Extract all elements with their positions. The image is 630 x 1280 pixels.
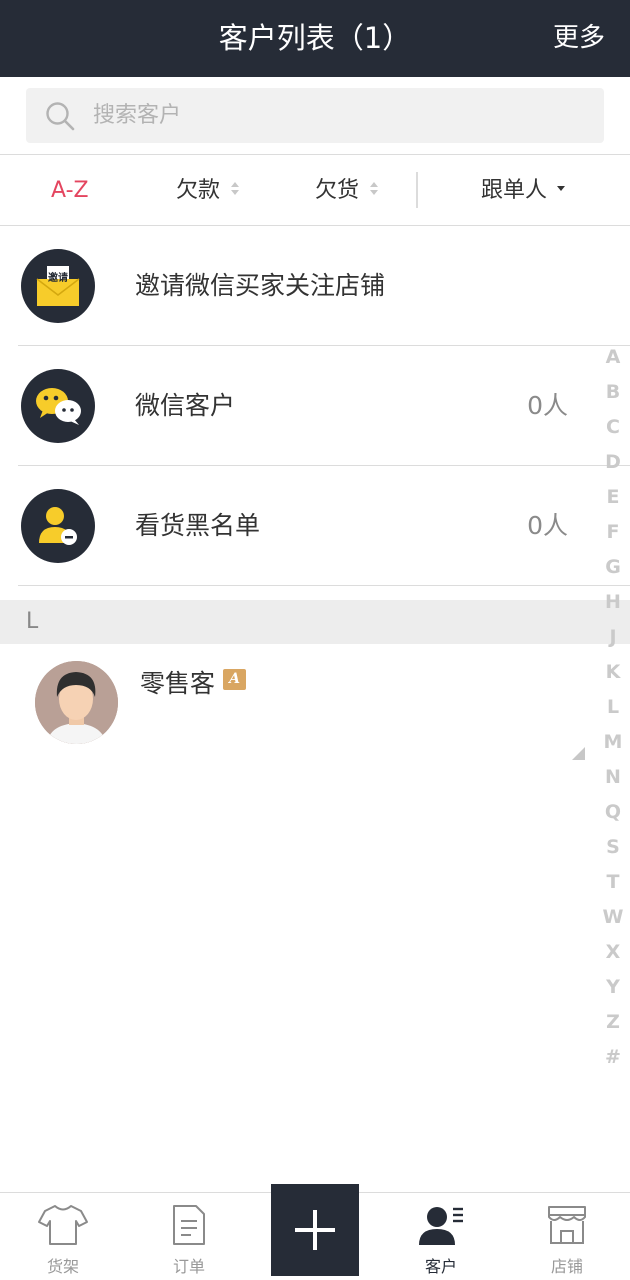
sort-az-label: A-Z — [51, 178, 89, 203]
avatar — [35, 661, 118, 744]
row-label: 看货黑名单 — [135, 511, 261, 540]
sort-arrows-icon — [369, 181, 379, 197]
sort-debt-label: 欠款 — [176, 178, 221, 203]
more-button[interactable]: 更多 — [553, 0, 605, 77]
index-letter[interactable]: H — [598, 585, 628, 620]
search-input[interactable]: 搜索客户 — [26, 88, 604, 143]
wechat-icon — [21, 369, 95, 443]
search-placeholder: 搜索客户 — [93, 103, 182, 128]
page-title: 客户列表（1） — [218, 21, 412, 55]
tab-orders[interactable]: 订单 — [126, 1193, 252, 1280]
sort-bar: A-Z 欠款 欠货 跟单人 — [0, 155, 630, 226]
index-letter[interactable]: B — [598, 375, 628, 410]
view-goods-blacklist-row[interactable]: 看货黑名单 0人 — [0, 466, 630, 586]
plus-icon — [295, 1210, 335, 1250]
alphabet-index-bar[interactable]: A B C D E F G H J K L M N Q S T W X Y Z … — [598, 340, 628, 1075]
sort-arrows-icon — [230, 181, 240, 197]
search-bar: 搜索客户 — [0, 77, 630, 155]
customer-list-icon — [419, 1207, 463, 1245]
row-count: 0人 — [527, 391, 568, 420]
sort-debt-tab[interactable]: 欠款 — [176, 155, 240, 226]
index-letter[interactable]: G — [598, 550, 628, 585]
index-letter[interactable]: W — [598, 900, 628, 935]
corner-triangle-icon — [572, 747, 585, 760]
section-header: L — [0, 600, 630, 644]
tab-shelf[interactable]: 货架 — [0, 1193, 126, 1280]
tab-label: 客户 — [424, 1257, 457, 1276]
invite-icon-text: 邀请 — [48, 271, 68, 284]
invite-wechat-buyers-row[interactable]: 邀请 邀请微信买家关注店铺 — [0, 226, 630, 346]
row-divider — [18, 585, 630, 586]
sort-az-tab[interactable]: A-Z — [51, 155, 89, 226]
filter-follower-dropdown[interactable]: 跟单人 — [481, 155, 566, 226]
filter-follower-label: 跟单人 — [481, 178, 548, 203]
sort-owed-goods-tab[interactable]: 欠货 — [315, 155, 379, 226]
customer-list-item[interactable]: 零售客 A — [0, 644, 630, 764]
index-letter[interactable]: E — [598, 480, 628, 515]
index-letter[interactable]: Z — [598, 1005, 628, 1040]
index-letter[interactable]: Q — [598, 795, 628, 830]
row-label: 微信客户 — [135, 391, 236, 420]
shirt-icon — [38, 1205, 88, 1245]
divider — [416, 172, 418, 208]
index-letter[interactable]: L — [598, 690, 628, 725]
index-letter[interactable]: D — [598, 445, 628, 480]
index-letter[interactable]: T — [598, 865, 628, 900]
index-letter[interactable]: C — [598, 410, 628, 445]
index-letter[interactable]: Y — [598, 970, 628, 1005]
index-letter[interactable]: A — [598, 340, 628, 375]
index-letter[interactable]: X — [598, 935, 628, 970]
user-blocked-icon — [21, 489, 95, 563]
customer-name: 零售客 — [140, 669, 216, 698]
top-header: 客户列表（1） 更多 — [0, 0, 630, 77]
invite-envelope-icon: 邀请 — [21, 249, 95, 323]
tab-label: 货架 — [46, 1257, 79, 1276]
index-letter[interactable]: K — [598, 655, 628, 690]
dropdown-triangle-icon — [557, 185, 566, 191]
sort-owed-goods-label: 欠货 — [315, 178, 360, 203]
tab-store[interactable]: 店铺 — [504, 1193, 630, 1280]
tab-label: 店铺 — [550, 1257, 583, 1276]
add-button[interactable] — [271, 1184, 359, 1276]
tab-customers[interactable]: 客户 — [378, 1193, 504, 1280]
index-letter[interactable]: M — [598, 725, 628, 760]
index-letter[interactable]: # — [598, 1040, 628, 1075]
search-icon — [46, 102, 75, 131]
wechat-customers-row[interactable]: 微信客户 0人 — [0, 346, 630, 466]
index-letter[interactable]: J — [598, 620, 628, 655]
index-letter[interactable]: N — [598, 760, 628, 795]
customer-level-badge: A — [223, 669, 246, 690]
tab-label: 订单 — [172, 1257, 205, 1276]
section-letter: L — [26, 609, 39, 634]
row-label: 邀请微信买家关注店铺 — [135, 271, 386, 300]
row-count: 0人 — [527, 511, 568, 540]
index-letter[interactable]: F — [598, 515, 628, 550]
store-icon — [548, 1206, 586, 1244]
index-letter[interactable]: S — [598, 830, 628, 865]
document-icon — [173, 1205, 205, 1245]
